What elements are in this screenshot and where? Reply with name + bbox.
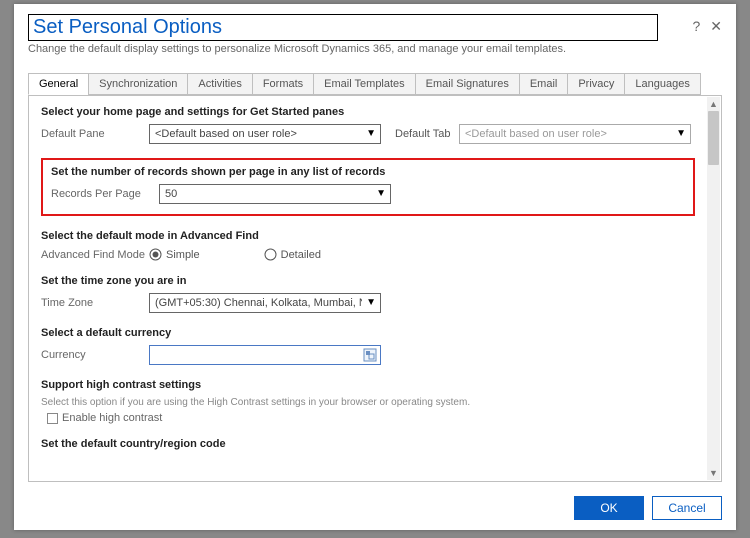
enable-highcontrast-checkbox[interactable]: Enable high contrast [47, 412, 695, 424]
default-tab-label: Default Tab [381, 128, 459, 140]
records-per-page-label: Records Per Page [51, 188, 159, 200]
help-icon[interactable]: ? [692, 18, 700, 35]
content-panel: Select your home page and settings for G… [28, 95, 722, 482]
cancel-button[interactable]: Cancel [652, 496, 722, 520]
radio-selected-icon [149, 248, 162, 261]
chevron-down-icon: ▼ [376, 188, 386, 199]
records-per-page-value: 50 [165, 188, 177, 200]
currency-lookup-input[interactable] [149, 345, 381, 365]
timezone-value: (GMT+05:30) Chennai, Kolkata, Mumbai, Ne… [155, 297, 362, 309]
tab-email[interactable]: Email [519, 73, 569, 95]
tab-email-templates[interactable]: Email Templates [313, 73, 416, 95]
radio-detailed[interactable]: Detailed [264, 248, 321, 261]
dialog-header: Set Personal Options Change the default … [14, 4, 736, 61]
personal-options-dialog: Set Personal Options Change the default … [14, 4, 736, 530]
scroll-up-icon[interactable]: ▲ [707, 97, 720, 111]
tab-privacy[interactable]: Privacy [567, 73, 625, 95]
tab-bar: General Synchronization Activities Forma… [28, 73, 722, 95]
timezone-label: Time Zone [41, 297, 149, 309]
section-currency-title: Select a default currency [41, 327, 695, 339]
chevron-down-icon: ▼ [676, 128, 686, 139]
currency-label: Currency [41, 349, 149, 361]
chevron-down-icon: ▼ [366, 297, 376, 308]
section-records-title: Set the number of records shown per page… [51, 166, 685, 178]
vertical-scrollbar[interactable]: ▲ ▼ [707, 97, 720, 480]
default-pane-label: Default Pane [41, 128, 149, 140]
default-tab-value: <Default based on user role> [465, 128, 607, 140]
radio-simple[interactable]: Simple [149, 248, 200, 261]
advanced-find-mode-label: Advanced Find Mode [41, 249, 149, 261]
default-pane-value: <Default based on user role> [155, 128, 297, 140]
tab-email-signatures[interactable]: Email Signatures [415, 73, 520, 95]
radio-detailed-label: Detailed [281, 249, 321, 261]
timezone-select[interactable]: (GMT+05:30) Chennai, Kolkata, Mumbai, Ne… [149, 293, 381, 313]
section-homepage-title: Select your home page and settings for G… [41, 106, 695, 118]
radio-unselected-icon [264, 248, 277, 261]
section-highcontrast-title: Support high contrast settings [41, 379, 695, 391]
dialog-footer: OK Cancel [14, 490, 736, 530]
tab-languages[interactable]: Languages [624, 73, 700, 95]
lookup-icon[interactable] [361, 347, 378, 363]
section-region-title: Set the default country/region code [41, 438, 695, 450]
tab-general[interactable]: General [28, 73, 89, 95]
close-icon[interactable]: ✕ [710, 18, 722, 35]
scrollbar-thumb[interactable] [708, 111, 719, 165]
checkbox-unchecked-icon [47, 413, 58, 424]
records-per-page-highlight: Set the number of records shown per page… [41, 158, 695, 216]
scroll-down-icon[interactable]: ▼ [707, 466, 720, 480]
default-tab-select[interactable]: <Default based on user role> ▼ [459, 124, 691, 144]
section-timezone-title: Set the time zone you are in [41, 275, 695, 287]
dialog-title: Set Personal Options [28, 14, 658, 41]
default-pane-select[interactable]: <Default based on user role> ▼ [149, 124, 381, 144]
tab-synchronization[interactable]: Synchronization [88, 73, 188, 95]
general-tab-content: Select your home page and settings for G… [29, 96, 707, 481]
tab-activities[interactable]: Activities [187, 73, 252, 95]
highcontrast-hint: Select this option if you are using the … [41, 397, 695, 408]
tab-formats[interactable]: Formats [252, 73, 314, 95]
section-advfind-title: Select the default mode in Advanced Find [41, 230, 695, 242]
radio-simple-label: Simple [166, 249, 200, 261]
enable-highcontrast-label: Enable high contrast [62, 412, 162, 424]
dialog-subtitle: Change the default display settings to p… [28, 43, 722, 55]
records-per-page-select[interactable]: 50 ▼ [159, 184, 391, 204]
ok-button[interactable]: OK [574, 496, 644, 520]
chevron-down-icon: ▼ [366, 128, 376, 139]
